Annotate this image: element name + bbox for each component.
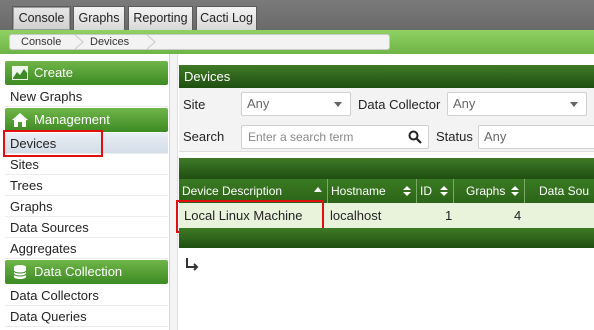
sidebar-section-create[interactable]: Create [5, 61, 168, 85]
top-tab-bar: Console Graphs Reporting Cacti Log [0, 0, 594, 30]
tab-cacti-log[interactable]: Cacti Log [196, 6, 257, 30]
chevron-down-icon [570, 102, 578, 107]
breadcrumb: Console Devices [9, 34, 390, 50]
cell-hostname: localhost [330, 208, 382, 223]
data-collector-label: Data Collector [358, 97, 441, 112]
status-select-value: Any [484, 129, 507, 144]
panel-title: Devices [179, 65, 594, 88]
sidebar-item-data-collectors[interactable]: Data Collectors [5, 285, 168, 306]
column-id[interactable]: ID [417, 179, 454, 203]
breadcrumb-console[interactable]: Console [21, 35, 61, 49]
search-input[interactable]: Enter a search term [241, 125, 429, 149]
sidebar-item-aggregates[interactable]: Aggregates [5, 238, 168, 259]
sidebar-item-new-graphs[interactable]: New Graphs [5, 86, 168, 107]
tab-reporting[interactable]: Reporting [128, 6, 193, 30]
search-label: Search [183, 129, 225, 144]
breadcrumb-bar: Console Devices [0, 30, 594, 54]
breadcrumb-separator-icon [74, 35, 84, 49]
status-select[interactable]: Any [478, 125, 594, 149]
table-footer-bar [179, 228, 594, 248]
return-arrow-icon [186, 258, 199, 271]
sort-icon [403, 186, 411, 196]
nav-bar [179, 158, 594, 179]
chevron-down-icon [334, 102, 342, 107]
sidebar-section-label: Create [34, 65, 74, 80]
column-label: Graphs [466, 184, 506, 198]
cell-graphs: 4 [514, 208, 522, 223]
column-label: ID [420, 184, 432, 198]
data-collector-select-value: Any [453, 96, 476, 111]
data-collector-select[interactable]: Any [447, 92, 587, 116]
column-label: Device Description [182, 184, 283, 198]
database-icon [13, 265, 27, 279]
sidebar-item-sites[interactable]: Sites [5, 154, 168, 175]
sidebar-item-data-sources[interactable]: Data Sources [5, 217, 168, 238]
sidebar-section-data-collection[interactable]: Data Collection [5, 260, 168, 284]
sidebar-section-label: Management [34, 112, 110, 127]
column-label: Data Sou [539, 184, 590, 198]
sidebar-section-label: Data Collection [34, 264, 123, 279]
column-hostname[interactable]: Hostname [328, 179, 417, 203]
breadcrumb-separator-icon [146, 35, 156, 49]
sort-ascending-icon [314, 187, 322, 192]
search-placeholder: Enter a search term [248, 130, 354, 144]
breadcrumb-devices[interactable]: Devices [90, 35, 129, 49]
tab-graphs[interactable]: Graphs [73, 6, 125, 30]
column-data-sources[interactable]: Data Sou [525, 179, 594, 203]
tab-console[interactable]: Console [12, 6, 71, 30]
status-label: Status [436, 129, 473, 144]
site-select-value: Any [247, 96, 270, 111]
search-icon[interactable] [408, 130, 422, 144]
cell-id: 1 [445, 208, 453, 223]
column-graphs[interactable]: Graphs [454, 179, 525, 203]
sidebar-item-graphs[interactable]: Graphs [5, 196, 168, 217]
sidebar-item-trees[interactable]: Trees [5, 175, 168, 196]
home-icon [12, 113, 28, 127]
sidebar-section-management[interactable]: Management [5, 108, 168, 132]
column-label: Hostname [331, 184, 386, 198]
sort-icon [511, 186, 519, 196]
chart-area-icon [12, 66, 28, 80]
sidebar-divider [170, 54, 178, 330]
highlight-box [3, 130, 103, 157]
site-select[interactable]: Any [241, 92, 351, 116]
sidebar-item-data-queries[interactable]: Data Queries [5, 306, 168, 327]
sort-icon [440, 186, 448, 196]
site-label: Site [183, 97, 206, 112]
